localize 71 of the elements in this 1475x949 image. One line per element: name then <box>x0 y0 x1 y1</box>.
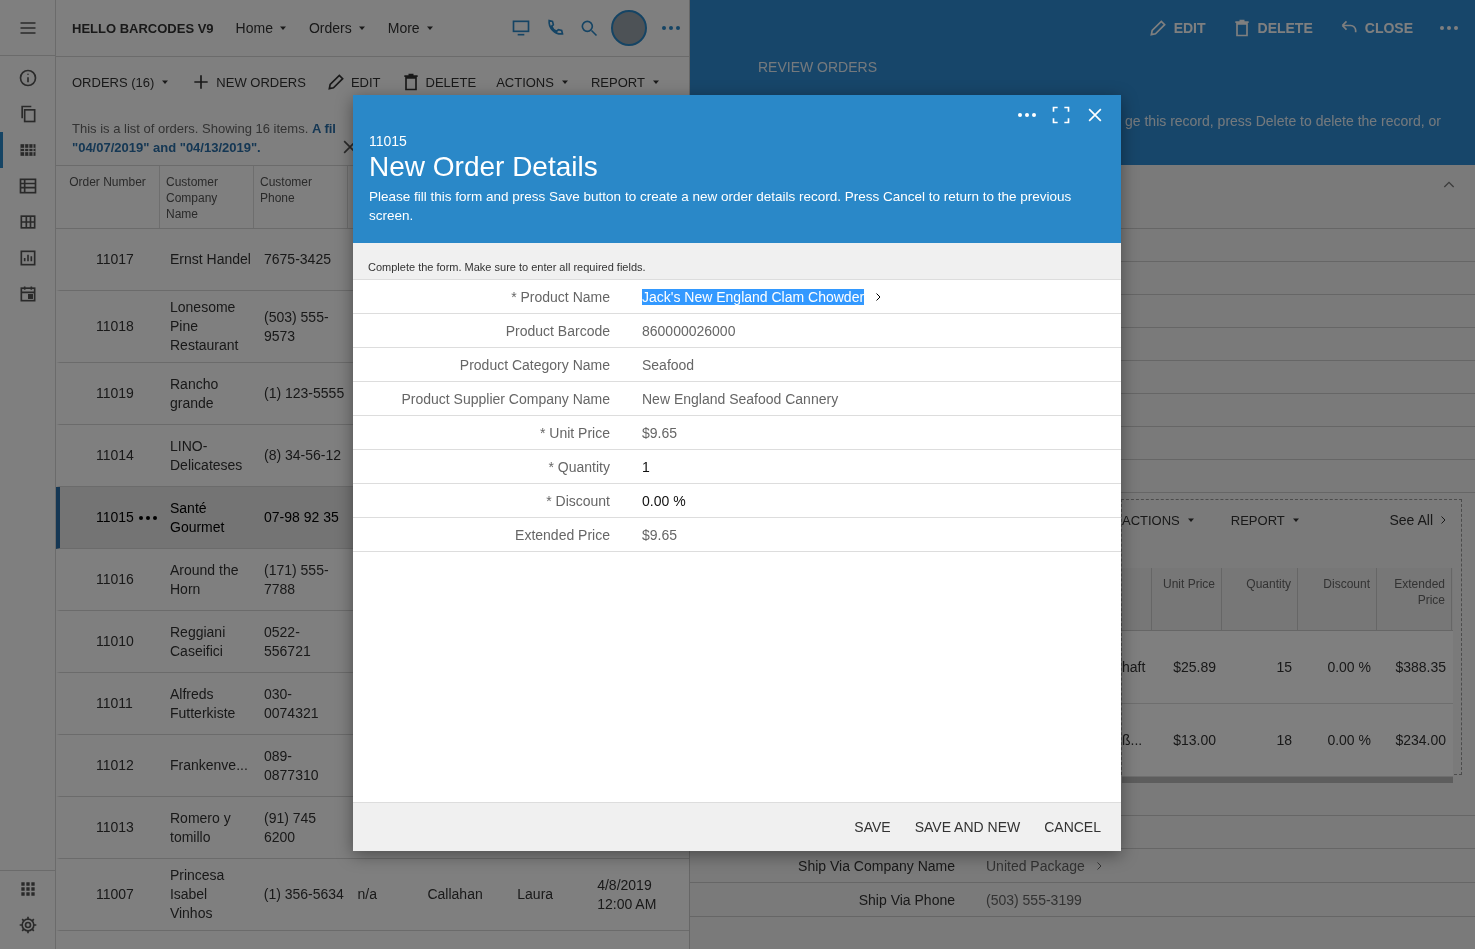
table-cell: n/a <box>357 885 378 904</box>
table-cell-text: (171) 555-7788 <box>264 560 330 599</box>
table-cell: $388.35 <box>1395 659 1446 675</box>
table-cell-text: Rancho grande <box>170 374 220 413</box>
field-label: Product Barcode <box>504 322 610 339</box>
table-cell: ß... <box>1122 732 1143 748</box>
filter-description: This is a list of orders. Showing 16 items. A fil "04/07/2019" and "04/13/2019". <box>72 120 336 157</box>
table-cell: 7675-3425 <box>264 250 331 269</box>
field-value: New England Seafood Cannery <box>642 390 839 407</box>
table-cell-text: 030-0074321 <box>264 684 320 723</box>
field-label: * Unit Price <box>538 424 610 441</box>
field-label: Ship Via Phone <box>857 891 955 908</box>
table-cell-text: LINO-Delicateses <box>170 436 244 475</box>
table-cell: 11013 <box>96 818 134 837</box>
table-cell: 0.00 % <box>1327 659 1371 675</box>
field-label: * Quantity <box>547 458 610 475</box>
table-cell: $13.00 <box>1173 732 1216 748</box>
table-cell: 11014 <box>96 446 134 465</box>
table-cell: (8) 34-56-12 <box>264 446 342 465</box>
table-cell: $234.00 <box>1395 732 1446 748</box>
table-cell: 18 <box>1276 732 1292 748</box>
table-cell: 11012 <box>96 756 134 775</box>
table-cell-text: 089-0877310 <box>264 746 320 785</box>
field-label: Product Category Name <box>458 356 610 373</box>
table-cell-text: Reggiani Caseifici <box>170 622 227 661</box>
table-cell: $25.89 <box>1173 659 1216 675</box>
table-cell: 11007 <box>96 885 134 904</box>
table-cell-text: 0522-556721 <box>264 622 312 661</box>
page-description: ge this record, press Delete to delete the record, or <box>1125 113 1442 129</box>
table-cell: 11016 <box>96 570 134 589</box>
field-value: 860000026000 <box>642 322 736 339</box>
app-title: HELLO BARCODES V9 <box>72 20 214 36</box>
table-cell: 11010 <box>96 632 134 651</box>
table-cell: haft <box>1122 659 1146 675</box>
table-cell-text: Lonesome Pine Restaurant <box>170 298 240 355</box>
table-cell-text: 4/8/2019 12:00 AM <box>597 875 658 914</box>
table-cell: 11018 <box>96 317 134 336</box>
table-cell: Laura <box>517 885 554 904</box>
table-cell: Frankenve... <box>170 756 248 775</box>
record-id: 11015 <box>369 133 408 149</box>
field-label: Product Supplier Company Name <box>400 390 610 407</box>
table-cell: 07-98 92 35 <box>264 508 339 527</box>
table-cell: Callahan <box>427 885 483 904</box>
field-value: $9.65 <box>642 526 678 543</box>
modal-description: Please fill this form and press Save button to create a new order details record. Press Cancel to return to the previous screen. <box>369 188 1073 225</box>
field-label: * Discount <box>545 492 610 509</box>
table-cell: 15 <box>1276 659 1292 675</box>
field-label: Extended Price <box>514 526 610 543</box>
field-value: $9.65 <box>642 424 678 441</box>
table-cell-text: (91) 745 6200 <box>264 808 318 847</box>
table-cell: 11011 <box>96 694 133 713</box>
table-cell-text: Alfreds Futterkiste <box>170 684 237 723</box>
table-cell: 0.00 % <box>1327 732 1371 748</box>
table-cell-text: Santé Gourmet <box>170 498 226 537</box>
table-cell-text: Princesa Isabel Vinhos <box>169 866 226 923</box>
table-cell: (1) 123-5555 <box>264 384 345 403</box>
table-cell-text: (503) 555-9573 <box>264 307 330 346</box>
page-title: REVIEW ORDERS <box>757 59 878 75</box>
field-label: Ship Via Company Name <box>797 857 955 874</box>
table-cell: (1) 356-5634 <box>263 885 344 904</box>
table-cell-text: Romero y tomillo <box>170 808 232 847</box>
field-label: * Product Name <box>510 288 610 305</box>
form-hint: Complete the form. Make sure to enter all required fields. <box>353 243 1121 280</box>
table-cell: 11019 <box>96 384 134 403</box>
field-value: Seafood <box>642 356 695 373</box>
table-cell: 11015 <box>96 508 134 527</box>
table-cell: 11017 <box>96 250 134 269</box>
table-cell: Ernst Handel <box>170 250 251 269</box>
modal-title: New Order Details <box>369 151 599 183</box>
table-cell-text: Around the Horn <box>170 560 240 599</box>
field-value: (503) 555-3199 <box>986 891 1082 908</box>
